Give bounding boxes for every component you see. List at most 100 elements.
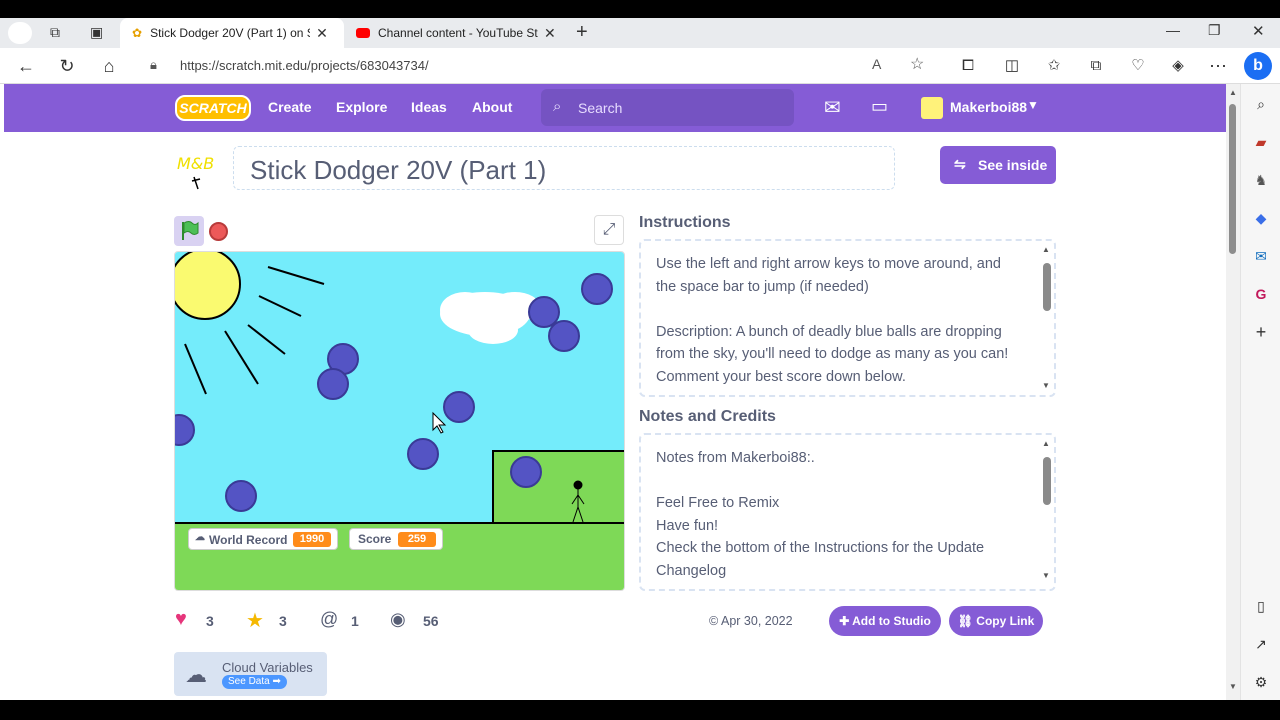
love-heart-icon[interactable]: ♥: [175, 608, 187, 631]
my-stuff-folder-icon[interactable]: ▭: [871, 96, 888, 117]
scroll-down-icon[interactable]: ▼: [1229, 682, 1237, 691]
split-screen-icon[interactable]: ◫: [1000, 54, 1024, 78]
stage-platform: [492, 450, 624, 524]
instructions-line: Comment your best score down below.: [656, 368, 906, 385]
collections-icon[interactable]: ⧉: [1084, 54, 1108, 78]
instructions-heading: Instructions: [639, 214, 731, 231]
scroll-up-icon[interactable]: ▲: [1229, 88, 1237, 97]
plus-icon: ✚: [839, 614, 853, 628]
sidebar-external-icon[interactable]: ↗: [1251, 634, 1271, 654]
ball: [407, 438, 439, 470]
youtube-favicon-icon: [356, 28, 370, 38]
see-inside-label: See inside: [978, 157, 1048, 173]
sidebar-toggle-icon[interactable]: ▯: [1251, 596, 1271, 616]
nav-ideas[interactable]: Ideas: [411, 99, 447, 115]
tab-actions-icon[interactable]: ▣: [90, 24, 103, 41]
minimize-icon[interactable]: —: [1166, 22, 1180, 38]
project-author-avatar[interactable]: M&B: [174, 147, 220, 193]
monitor-value: 259: [398, 532, 436, 547]
home-icon[interactable]: ⌂: [97, 54, 121, 78]
new-tab-icon[interactable]: +: [576, 21, 588, 44]
user-avatar[interactable]: [921, 97, 943, 119]
sidebar-grammarly-icon[interactable]: G: [1251, 284, 1271, 304]
sidebar-outlook-icon[interactable]: ✉: [1251, 246, 1271, 266]
instructions-text[interactable]: Use the left and right arrow keys to mov…: [639, 239, 1056, 397]
instructions-scroll-thumb[interactable]: [1043, 263, 1051, 311]
sidebar-tools-icon[interactable]: ▰: [1251, 132, 1271, 152]
notes-line: Feel Free to Remix: [656, 495, 780, 511]
read-aloud-icon[interactable]: A: [872, 56, 881, 72]
instructions-line: Use the left and right arrow keys to mov…: [656, 256, 1001, 272]
scroll-down-icon[interactable]: ▼: [1042, 381, 1050, 390]
green-flag-button[interactable]: [174, 216, 204, 246]
close-window-icon[interactable]: ✕: [1252, 22, 1265, 40]
project-stage[interactable]: ☁ World Record 1990 Score 259: [174, 251, 625, 591]
cloud-variables-panel: ☁ Cloud Variables See Data ➡: [174, 652, 327, 696]
scroll-up-icon[interactable]: ▲: [1042, 439, 1050, 448]
chevron-down-icon[interactable]: ▼: [1027, 98, 1039, 112]
performance-icon[interactable]: ♡: [1126, 54, 1150, 78]
svg-text:M&B: M&B: [177, 154, 214, 173]
nav-create[interactable]: Create: [268, 99, 312, 115]
nav-explore[interactable]: Explore: [336, 99, 387, 115]
add-to-studio-label: Add to Studio: [852, 614, 931, 628]
scroll-down-icon[interactable]: ▼: [1042, 571, 1050, 580]
close-tab-icon[interactable]: ✕: [544, 25, 556, 42]
cloud-variables-label: Cloud Variables: [222, 660, 313, 675]
url-field[interactable]: 🔒︎ https://scratch.mit.edu/projects/6830…: [136, 52, 944, 80]
copilot-icon[interactable]: b: [1244, 52, 1272, 80]
notes-scroll-thumb[interactable]: [1043, 457, 1051, 505]
monitor-label: World Record: [209, 533, 288, 547]
close-tab-icon[interactable]: ✕: [316, 25, 328, 42]
sidebar-games-icon[interactable]: ♞: [1251, 170, 1271, 190]
ball: [510, 456, 542, 488]
favorites-icon[interactable]: ✩: [1042, 54, 1066, 78]
workspaces-icon[interactable]: ⧉: [50, 24, 60, 41]
monitor-label: Score: [358, 532, 392, 546]
username-label[interactable]: Makerboi88: [950, 99, 1027, 115]
tab-youtube-studio[interactable]: Channel content - YouTube Studio ✕: [344, 18, 568, 48]
address-bar-row: ← ↻ ⌂ 🔒︎ https://scratch.mit.edu/project…: [0, 48, 1280, 84]
ball: [443, 391, 475, 423]
monitor-value: 1990: [293, 532, 331, 547]
nav-about[interactable]: About: [472, 99, 512, 115]
notes-text[interactable]: Notes from Makerboi88:. Feel Free to Rem…: [639, 433, 1056, 591]
sidebar-settings-icon[interactable]: ⚙: [1251, 672, 1271, 692]
favorite-star-icon[interactable]: ★: [246, 608, 264, 633]
tab-scratch-project[interactable]: ✿ Stick Dodger 20V (Part 1) on Scratch ✕: [120, 18, 344, 48]
search-input[interactable]: ⌕ Search: [541, 89, 794, 126]
see-data-label: See Data: [228, 676, 270, 687]
favorite-star-icon[interactable]: ☆: [910, 54, 924, 74]
project-title-field[interactable]: Stick Dodger 20V (Part 1): [233, 146, 895, 190]
restore-icon[interactable]: ❐: [1208, 22, 1221, 39]
lock-icon: 🔒︎: [150, 57, 157, 72]
shared-date: © Apr 30, 2022: [709, 614, 793, 628]
tab-title: Stick Dodger 20V (Part 1) on Scratch: [150, 26, 310, 40]
back-icon[interactable]: ←: [14, 54, 38, 78]
messages-icon[interactable]: ✉: [824, 95, 841, 120]
sidebar-add-icon[interactable]: +: [1251, 322, 1271, 342]
copy-link-button[interactable]: ⛓ Copy Link: [949, 606, 1043, 636]
add-to-studio-button[interactable]: ✚ Add to Studio: [829, 606, 941, 636]
sidebar-search-icon[interactable]: ⌕: [1251, 94, 1271, 114]
stop-button[interactable]: [209, 222, 228, 241]
score-monitor: Score 259: [349, 528, 443, 550]
stage-sun: [175, 252, 241, 320]
browser-sidebar: ⌕ ▰ ♞ ◆ ✉ G + ▯ ↗ ⚙: [1240, 84, 1280, 700]
fullscreen-icon[interactable]: ⤢: [594, 215, 624, 245]
scratch-logo[interactable]: SCRATCH: [175, 95, 251, 121]
sidebar-office-icon[interactable]: ◆: [1251, 208, 1271, 228]
browser-essentials-icon[interactable]: ◈: [1166, 54, 1190, 78]
see-data-button[interactable]: See Data ➡: [222, 675, 287, 689]
see-inside-button[interactable]: ⇋ See inside: [940, 146, 1056, 184]
more-menu-icon[interactable]: ⋯: [1206, 54, 1230, 78]
extensions-icon[interactable]: ⧠: [956, 54, 980, 78]
notes-line: Changelog: [656, 562, 727, 579]
tab-strip: ⧉ ▣ ✿ Stick Dodger 20V (Part 1) on Scrat…: [0, 18, 1280, 48]
profile-avatar[interactable]: [8, 22, 32, 44]
refresh-icon[interactable]: ↻: [55, 54, 79, 78]
remix-arrows-icon: ⇋: [954, 156, 966, 172]
scroll-up-icon[interactable]: ▲: [1042, 245, 1050, 254]
page-scroll-thumb[interactable]: [1229, 104, 1236, 254]
favorites-count: 3: [279, 613, 287, 629]
